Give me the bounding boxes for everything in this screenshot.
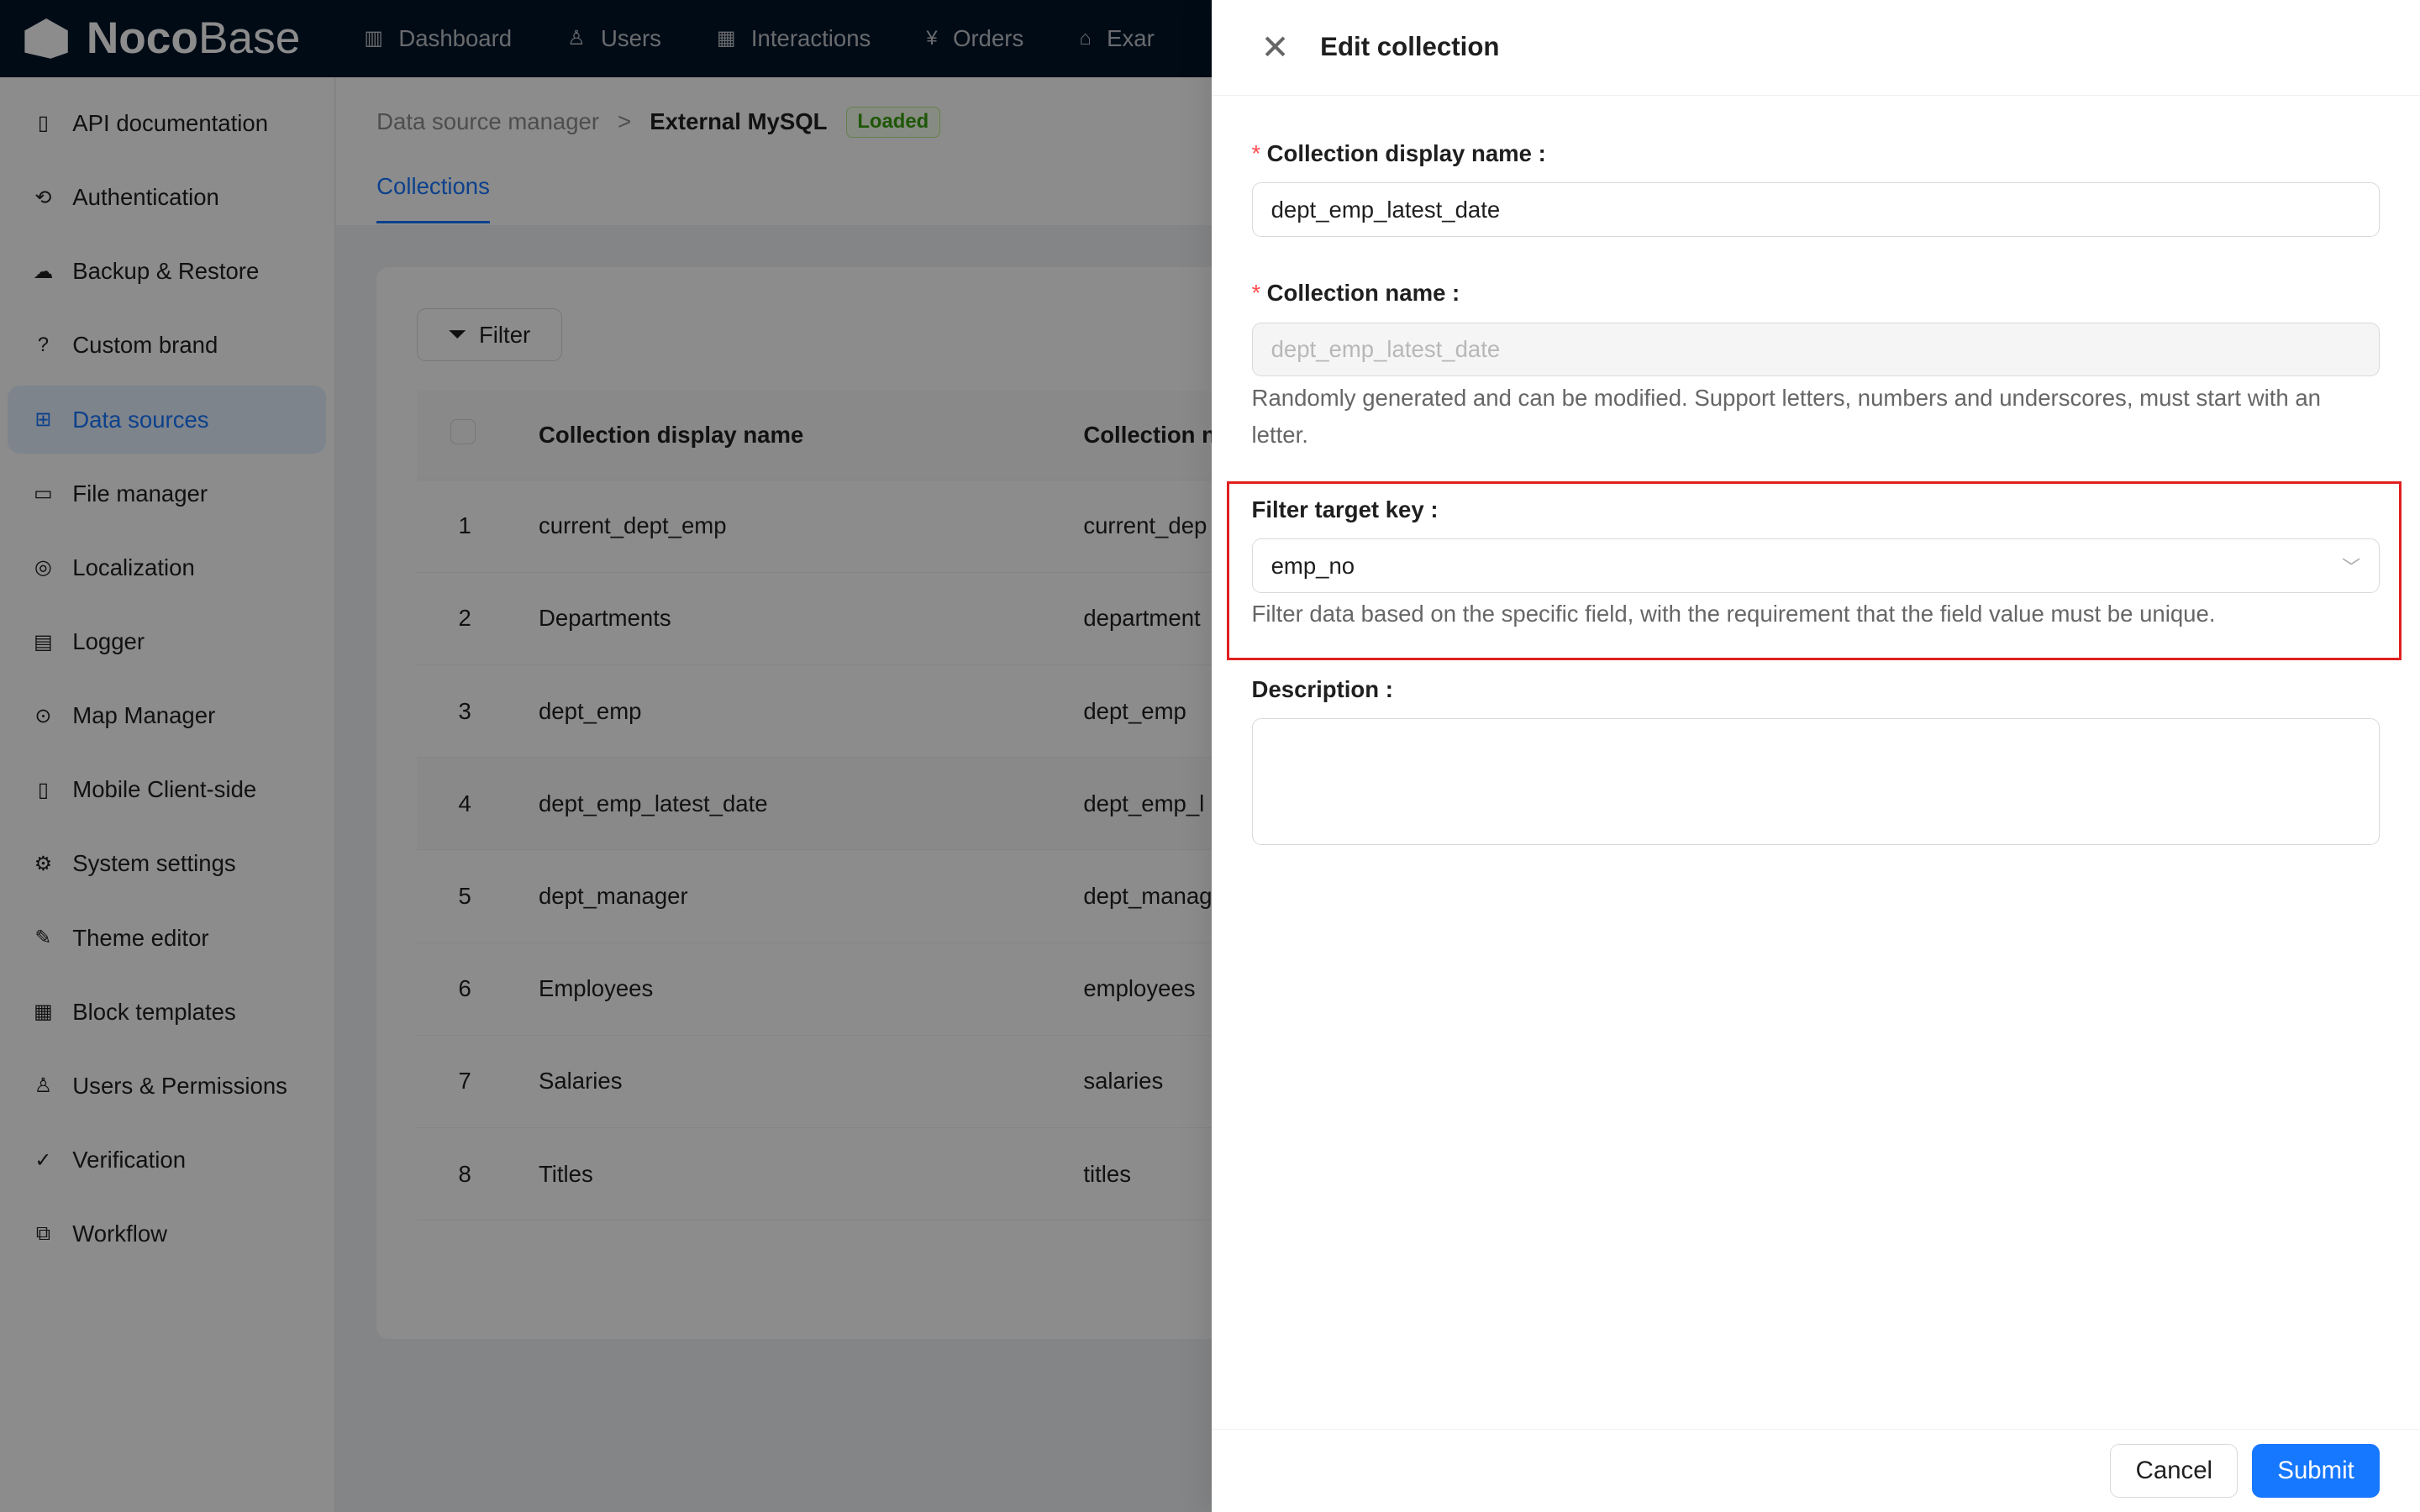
- cancel-button[interactable]: Cancel: [2110, 1443, 2238, 1498]
- display-name-input[interactable]: dept_emp_latest_date: [1251, 182, 2381, 237]
- collection-name-input: dept_emp_latest_date: [1251, 322, 2381, 376]
- highlight-box: [1227, 481, 2402, 661]
- close-icon[interactable]: ✕: [1261, 30, 1290, 64]
- description-textarea[interactable]: [1251, 718, 2381, 845]
- submit-button[interactable]: Submit: [2251, 1443, 2381, 1498]
- description-label: Description: [1251, 675, 1380, 702]
- collection-name-label: Collection name: [1266, 280, 1446, 307]
- drawer-title: Edit collection: [1320, 32, 1500, 62]
- edit-collection-drawer: ✕ Edit collection * Collection display na…: [1211, 0, 2420, 1512]
- collection-name-help: Randomly generated and can be modified. …: [1251, 384, 2321, 448]
- display-name-label: Collection display name: [1266, 140, 1532, 167]
